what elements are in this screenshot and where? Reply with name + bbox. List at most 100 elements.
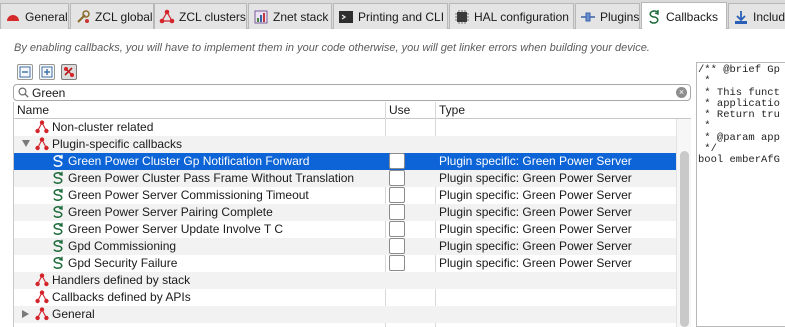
row-type: Plugin specific: Green Power Server bbox=[439, 154, 632, 168]
tab-zcl-global[interactable]: ZCL global bbox=[70, 3, 154, 29]
collapse-all-icon bbox=[19, 66, 31, 78]
clear-search-icon[interactable]: × bbox=[676, 87, 687, 98]
row-name: Green Power Server Update Involve T C bbox=[68, 222, 283, 236]
use-checkbox[interactable] bbox=[389, 204, 405, 220]
tab-label: Plugins bbox=[600, 9, 640, 24]
row-type: Plugin specific: Green Power Server bbox=[439, 256, 632, 270]
row-name: General bbox=[52, 307, 95, 321]
row-name: Gpd Commissioning bbox=[68, 239, 177, 253]
column-header-type[interactable]: Type bbox=[439, 103, 465, 117]
tab-includ[interactable]: Includ bbox=[728, 3, 785, 29]
zcl-global-icon bbox=[75, 9, 91, 25]
tab-label: Printing and CLI bbox=[358, 9, 445, 24]
tab-znet-stack[interactable]: Znet stack bbox=[248, 3, 332, 29]
column-header-name[interactable]: Name bbox=[17, 103, 49, 117]
expand-all-icon bbox=[41, 66, 53, 78]
printing-cli-icon bbox=[338, 9, 354, 25]
tab-label: ZCL clusters bbox=[179, 9, 246, 24]
callback-filter-icon bbox=[64, 67, 74, 77]
tab-callbacks[interactable]: Callbacks bbox=[641, 2, 727, 30]
row-name: Handlers defined by stack bbox=[52, 273, 191, 287]
row-type: Plugin specific: Green Power Server bbox=[439, 205, 632, 219]
row-type: Plugin specific: Green Power Server bbox=[439, 188, 632, 202]
vertical-scrollbar-track[interactable] bbox=[676, 119, 691, 327]
tab-plugins[interactable]: Plugins bbox=[575, 3, 640, 29]
callbacks-panel: By enabling callbacks, you will have to … bbox=[0, 29, 785, 327]
cluster-group-icon bbox=[35, 137, 49, 151]
callback-row[interactable]: Green Power Cluster Pass Frame Without T… bbox=[14, 170, 676, 187]
row-name: Plugin-specific callbacks bbox=[52, 137, 183, 151]
includes-icon bbox=[733, 9, 749, 25]
tab-label: HAL configuration bbox=[474, 9, 569, 24]
tab-hal-configuration[interactable]: HAL configuration bbox=[449, 3, 574, 29]
callback-row[interactable]: Green Power Server Commissioning Timeout… bbox=[14, 187, 676, 204]
tab-label: Callbacks bbox=[666, 9, 719, 24]
row-name: Green Power Cluster Gp Notification Forw… bbox=[68, 154, 310, 168]
search-icon bbox=[18, 87, 29, 98]
expand-all-button[interactable] bbox=[39, 64, 55, 80]
callback-row[interactable]: Gpd Commissioning Plugin specific: Green … bbox=[14, 238, 676, 255]
use-checkbox[interactable] bbox=[389, 153, 405, 169]
tree-group-row[interactable]: Plugin-specific callbacks bbox=[14, 136, 676, 153]
callbacks-table: Name Use Type Non-cluster related Plugin-… bbox=[13, 102, 691, 327]
column-header-use[interactable]: Use bbox=[389, 103, 410, 117]
row-name: Green Power Server Pairing Complete bbox=[68, 205, 273, 219]
expand-arrow-icon[interactable] bbox=[22, 310, 29, 318]
tree-group-row[interactable]: Non-cluster related bbox=[14, 119, 676, 136]
use-checkbox[interactable] bbox=[389, 238, 405, 254]
znet-stack-icon bbox=[253, 9, 269, 25]
vertical-scrollbar-thumb[interactable] bbox=[680, 151, 689, 327]
callback-row[interactable]: Green Power Cluster Gp Notification Forw… bbox=[14, 153, 676, 170]
callbacks-description: By enabling callbacks, you will have to … bbox=[14, 42, 650, 54]
collapse-arrow-icon[interactable] bbox=[22, 140, 30, 147]
row-name: Gpd Security Failure bbox=[68, 256, 178, 270]
callback-icon bbox=[51, 171, 65, 185]
callback-icon bbox=[51, 239, 65, 253]
row-name: Non-cluster related bbox=[52, 120, 154, 134]
cluster-group-icon bbox=[35, 307, 49, 321]
row-name: Callbacks defined by APIs bbox=[52, 290, 191, 304]
tab-label: ZCL global bbox=[95, 9, 153, 24]
tab-printing-and-cli[interactable]: Printing and CLI bbox=[333, 3, 448, 29]
search-input[interactable] bbox=[32, 85, 672, 100]
tab-zcl-clusters[interactable]: ZCL clusters bbox=[154, 3, 247, 29]
callback-search-box[interactable]: × bbox=[13, 84, 691, 101]
tab-label: General bbox=[25, 9, 68, 24]
callback-source-text: /** @brief Gp * * This funct * applicati… bbox=[698, 64, 780, 167]
use-checkbox[interactable] bbox=[389, 170, 405, 186]
plugins-icon bbox=[580, 9, 596, 25]
callback-icon bbox=[51, 205, 65, 219]
general-icon bbox=[5, 9, 21, 25]
use-checkbox[interactable] bbox=[389, 187, 405, 203]
row-name: Green Power Cluster Pass Frame Without T… bbox=[68, 171, 355, 185]
row-type: Plugin specific: Green Power Server bbox=[439, 239, 632, 253]
callbacks-icon bbox=[646, 9, 662, 25]
callback-row[interactable]: Gpd Security Failure Plugin specific: Gre… bbox=[14, 255, 676, 272]
tab-general[interactable]: General bbox=[0, 3, 69, 29]
use-checkbox[interactable] bbox=[389, 221, 405, 237]
tab-label: Znet stack bbox=[273, 9, 329, 24]
cluster-group-icon bbox=[35, 290, 49, 304]
filter-used-toggle[interactable] bbox=[61, 64, 77, 80]
cluster-group-icon bbox=[35, 120, 49, 134]
table-header: Name Use Type bbox=[14, 102, 691, 119]
callback-icon bbox=[51, 256, 65, 270]
cluster-group-icon bbox=[35, 273, 49, 287]
hal-configuration-icon bbox=[454, 9, 470, 25]
tree-group-row[interactable]: Handlers defined by stack bbox=[14, 272, 676, 289]
callback-icon bbox=[51, 222, 65, 236]
callback-row[interactable]: Green Power Server Update Involve T C Plu… bbox=[14, 221, 676, 238]
callback-row[interactable]: Green Power Server Pairing Complete Plugi… bbox=[14, 204, 676, 221]
tree-group-row[interactable]: Callbacks defined by APIs bbox=[14, 289, 676, 306]
callback-icon bbox=[51, 188, 65, 202]
callback-source-preview: /** @brief Gp * * This funct * applicati… bbox=[696, 62, 785, 327]
zcl-clusters-icon bbox=[159, 9, 175, 25]
tree-group-row[interactable]: General bbox=[14, 306, 676, 323]
collapse-all-button[interactable] bbox=[17, 64, 33, 80]
callback-icon bbox=[51, 154, 65, 168]
row-type: Plugin specific: Green Power Server bbox=[439, 171, 632, 185]
tree-toolbar bbox=[17, 64, 77, 80]
tab-label: Includ bbox=[753, 9, 785, 24]
use-checkbox[interactable] bbox=[389, 255, 405, 271]
editor-tab-bar: General ZCL global ZCL clusters Znet stack P… bbox=[0, 0, 785, 30]
